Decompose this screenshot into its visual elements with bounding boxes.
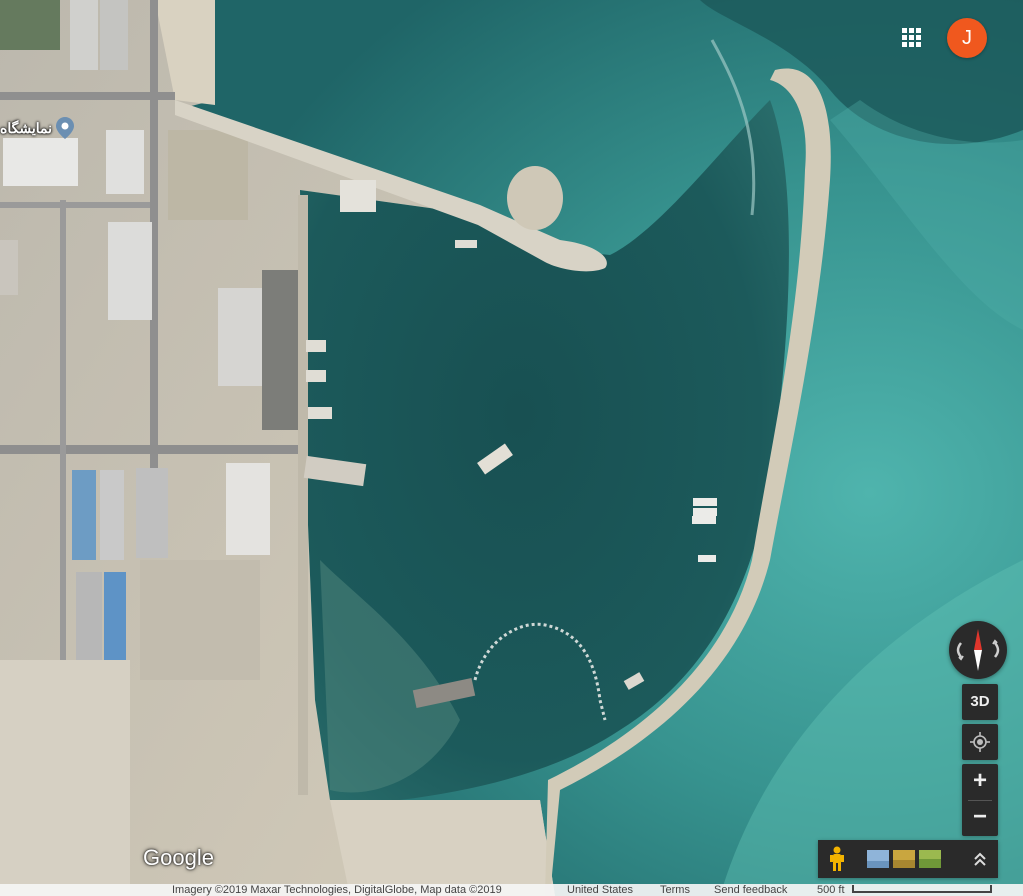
scale-bar[interactable] [852, 885, 992, 893]
warehouse-blue [104, 572, 126, 660]
layer-strip [818, 840, 998, 878]
place-label-text[interactable]: نمایشگاه [0, 120, 56, 137]
sand-flat [330, 800, 555, 896]
building [70, 0, 98, 70]
container-yard [140, 560, 260, 680]
warehouse [3, 138, 78, 186]
jetty-island [507, 166, 563, 230]
chevron-up-icon[interactable] [970, 848, 990, 870]
ship [306, 370, 326, 382]
map-pin-icon[interactable] [55, 117, 74, 139]
imagery-attribution: Imagery ©2019 Maxar Technologies, Digita… [172, 884, 502, 896]
scale-label[interactable]: 500 ft [817, 884, 845, 896]
building [0, 240, 18, 295]
warehouse [108, 222, 152, 320]
place-label[interactable]: نمایشگاه [0, 117, 74, 139]
warehouse [76, 572, 102, 660]
road [0, 92, 175, 100]
ship [698, 555, 716, 562]
ship [693, 498, 717, 506]
zoom-controls: + − [962, 764, 998, 836]
warehouse [218, 288, 264, 386]
my-location-icon [970, 732, 990, 752]
pier-structure [340, 180, 376, 212]
ship [692, 516, 716, 524]
attribution-footer: Imagery ©2019 Maxar Technologies, Digita… [0, 884, 1023, 896]
compass-icon [956, 629, 1000, 671]
green-field [0, 0, 60, 50]
building [100, 0, 128, 70]
warehouse-blue [72, 470, 96, 560]
zoom-in-button[interactable]: + [962, 764, 998, 800]
road [0, 202, 150, 208]
compass-button[interactable] [949, 621, 1007, 679]
ship [308, 407, 332, 419]
imagery-thumbnail-1[interactable] [867, 850, 889, 868]
imagery-thumbnail-2[interactable] [893, 850, 915, 868]
quay-wall [298, 195, 308, 795]
road [0, 445, 300, 454]
3d-toggle-button[interactable]: 3D [962, 684, 998, 720]
ship [455, 240, 477, 248]
pegman-icon[interactable] [828, 846, 846, 872]
warehouse [226, 463, 270, 555]
warehouse [136, 468, 168, 558]
ship [306, 340, 326, 352]
warehouse [100, 470, 124, 560]
my-location-button[interactable] [962, 724, 998, 760]
zoom-out-button[interactable]: − [962, 800, 998, 836]
yard [168, 130, 248, 220]
imagery-thumbnail-3[interactable] [919, 850, 941, 868]
terms-link[interactable]: Terms [660, 884, 690, 896]
ship [693, 508, 717, 516]
send-feedback-link[interactable]: Send feedback [714, 884, 787, 896]
road [60, 200, 66, 670]
country-label: United States [567, 884, 634, 896]
satellite-map[interactable] [0, 0, 1023, 896]
apps-grid-icon[interactable] [896, 22, 926, 52]
sand-lot [0, 660, 130, 896]
satellite-imagery [0, 0, 1023, 896]
account-avatar[interactable]: J [947, 18, 987, 58]
google-logo: Google [143, 845, 214, 870]
warehouse [106, 130, 144, 194]
